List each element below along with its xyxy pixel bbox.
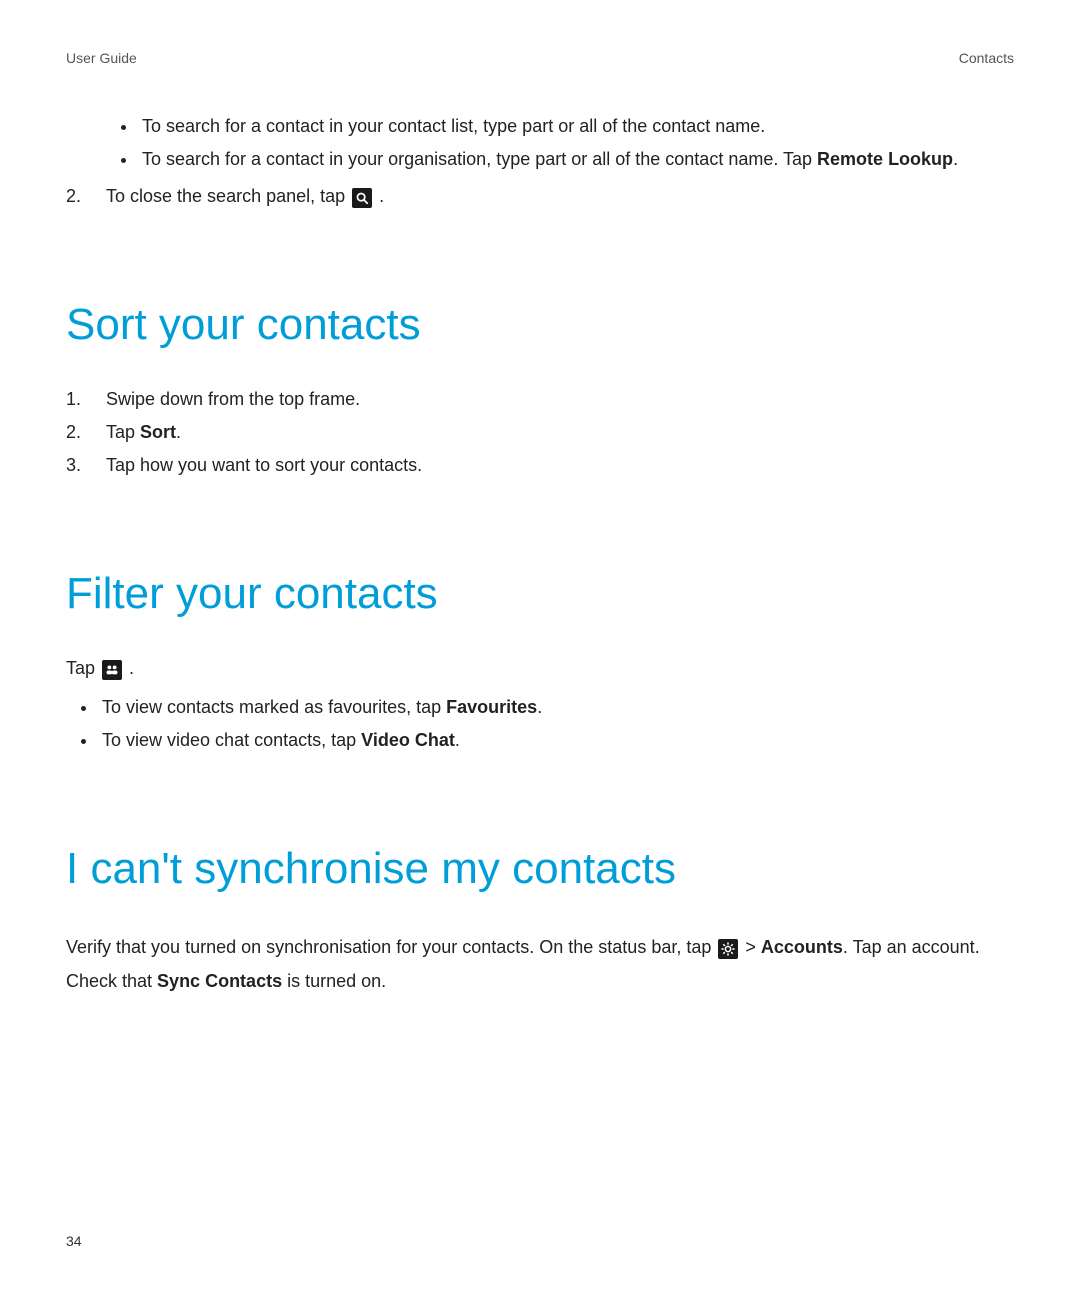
filter-lead-prefix: Tap — [66, 658, 100, 678]
bold-text: Sort — [140, 422, 176, 442]
heading-sort: Sort your contacts — [66, 292, 1014, 358]
header-right: Contacts — [959, 48, 1014, 69]
bold-text: Favourites — [446, 697, 537, 717]
sort-steps: Swipe down from the top frame. Tap Sort.… — [66, 386, 1014, 479]
list-item: To search for a contact in your organisa… — [138, 146, 1014, 173]
page-number: 34 — [66, 1231, 82, 1252]
step-text: Tap — [106, 422, 140, 442]
step-text: To close the search panel, tap — [106, 186, 350, 206]
heading-sync: I can't synchronise my contacts — [66, 836, 1014, 902]
gear-icon — [718, 939, 738, 959]
step-number: 2. — [66, 183, 106, 210]
step-number — [66, 419, 106, 446]
page: User Guide Contacts To search for a cont… — [0, 0, 1080, 1296]
sync-text: Verify that you turned on synchronisatio… — [66, 937, 716, 957]
list-item: To view video chat contacts, tap Video C… — [98, 727, 1014, 754]
bold-text: Video Chat — [361, 730, 455, 750]
heading-filter: Filter your contacts — [66, 561, 1014, 627]
filter-lead-suffix: . — [129, 658, 134, 678]
intro-step-2: 2. To close the search panel, tap . — [66, 183, 1014, 210]
filter-lead: Tap . — [66, 655, 1014, 682]
header-row: User Guide Contacts — [66, 48, 1014, 69]
sync-text: > — [745, 937, 761, 957]
step-number — [66, 386, 106, 413]
step-body: Swipe down from the top frame. — [106, 386, 1014, 413]
list-item-text: To search for a contact in your contact … — [142, 116, 765, 136]
list-item-text: To search for a contact in your organisa… — [142, 149, 817, 169]
bold-text: Sync Contacts — [157, 971, 282, 991]
people-icon — [102, 660, 122, 680]
list-item-text: . — [455, 730, 460, 750]
step-number — [66, 452, 106, 479]
intro-bullets: To search for a contact in your contact … — [66, 113, 1014, 173]
step-body: To close the search panel, tap . — [106, 183, 1014, 210]
header-left: User Guide — [66, 48, 137, 69]
step-row: Swipe down from the top frame. — [66, 386, 1014, 413]
list-item-text: . — [537, 697, 542, 717]
sync-text: is turned on. — [282, 971, 386, 991]
step-text: . — [379, 186, 384, 206]
list-item-text: To view video chat contacts, tap — [102, 730, 361, 750]
search-icon — [352, 188, 372, 208]
step-body: Tap Sort. — [106, 419, 1014, 446]
list-item: To view contacts marked as favourites, t… — [98, 694, 1014, 721]
step-text: . — [176, 422, 181, 442]
list-item-text: . — [953, 149, 958, 169]
sync-paragraph: Verify that you turned on synchronisatio… — [66, 930, 1014, 998]
step-body: Tap how you want to sort your contacts. — [106, 452, 1014, 479]
list-item-text: To view contacts marked as favourites, t… — [102, 697, 446, 717]
filter-bullets: To view contacts marked as favourites, t… — [66, 694, 1014, 754]
list-item: To search for a contact in your contact … — [138, 113, 1014, 140]
step-row: Tap how you want to sort your contacts. — [66, 452, 1014, 479]
bold-text: Accounts — [761, 937, 843, 957]
bold-text: Remote Lookup — [817, 149, 953, 169]
step-row: Tap Sort. — [66, 419, 1014, 446]
